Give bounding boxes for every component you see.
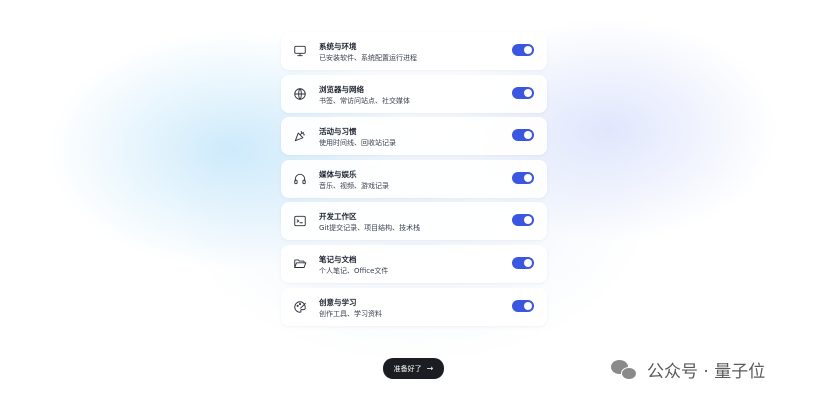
item-title: 系统与环境 (319, 42, 357, 51)
item-description: Git提交记录、项目结构、技术栈 (319, 224, 421, 233)
item-title: 开发工作区 (319, 212, 357, 222)
item-title: 媒体与娱乐 (319, 169, 357, 179)
list-item-media: 媒体与娱乐 音乐、视频、游戏记录 (281, 159, 547, 198)
item-description: 音乐、视频、游戏记录 (319, 181, 389, 190)
toggle-knob (524, 88, 532, 97)
monitor-icon (293, 44, 307, 58)
party-popper-icon (293, 129, 307, 143)
watermark-text: 公众号 · 量子位 (647, 362, 766, 382)
item-description: 使用时间线、回收站记录 (319, 139, 396, 148)
list-item-activity: 活动与习惯 使用时间线、回收站记录 (281, 117, 547, 156)
ready-button[interactable]: 准备好了 → (383, 358, 444, 379)
toggle-switch[interactable] (512, 129, 534, 142)
list-item-dev-workspace: 开发工作区 Git提交记录、项目结构、技术栈 (281, 202, 547, 241)
item-description: 已安装软件、系统配置运行进程 (319, 54, 417, 62)
toggle-switch[interactable] (512, 299, 534, 312)
toggle-knob (524, 258, 532, 267)
toggle-knob (524, 46, 532, 54)
watermark: 公众号 · 量子位 (611, 357, 765, 382)
item-description: 创作工具、学习资料 (319, 309, 382, 318)
folder-open-icon (293, 257, 307, 271)
item-description: 个人笔记、Office文件 (319, 266, 389, 275)
data-source-list: 系统与环境 已安装软件、系统配置运行进程 浏览器与网络 书签、常访问站点、社交媒… (281, 32, 547, 330)
item-title: 创意与学习 (319, 297, 357, 307)
item-title: 活动与习惯 (319, 127, 357, 137)
list-item-notes: 笔记与文档 个人笔记、Office文件 (281, 244, 547, 283)
wechat-icon (611, 358, 639, 382)
item-description: 书签、常访问站点、社交媒体 (319, 96, 410, 105)
list-item-browser: 浏览器与网络 书签、常访问站点、社交媒体 (281, 74, 547, 113)
item-title: 笔记与文档 (319, 254, 357, 264)
toggle-switch[interactable] (512, 86, 534, 99)
toggle-knob (524, 131, 532, 140)
toggle-switch[interactable] (512, 171, 534, 184)
arrow-right-icon: → (426, 363, 434, 373)
globe-icon (293, 87, 307, 101)
toggle-knob (524, 301, 532, 310)
list-item-system: 系统与环境 已安装软件、系统配置运行进程 (281, 32, 547, 70)
toggle-switch[interactable] (512, 214, 534, 227)
toggle-switch[interactable] (512, 44, 534, 56)
toggle-knob (524, 216, 532, 225)
terminal-icon (293, 214, 307, 228)
ready-button-label: 准备好了 (393, 364, 422, 373)
palette-icon (293, 300, 307, 314)
headphones-icon (293, 172, 307, 186)
list-item-creative: 创意与学习 创作工具、学习资料 (281, 287, 547, 326)
toggle-switch[interactable] (512, 256, 534, 269)
item-title: 浏览器与网络 (319, 84, 364, 94)
toggle-knob (524, 173, 532, 182)
